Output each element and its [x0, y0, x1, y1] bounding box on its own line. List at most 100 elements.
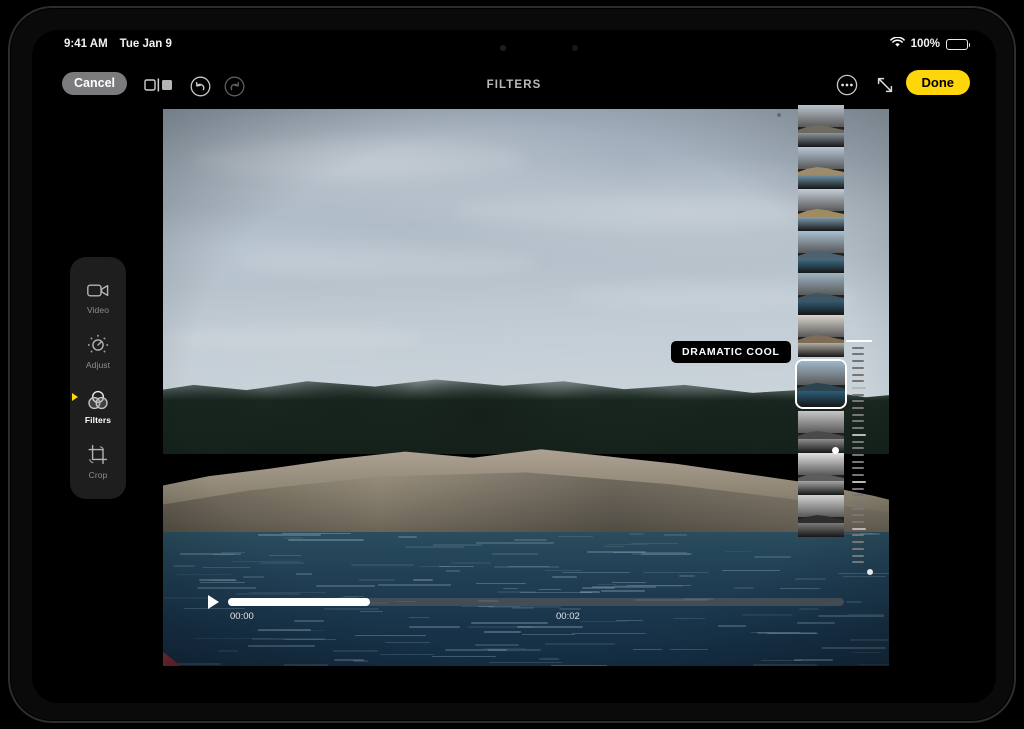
water-ripple [413, 579, 433, 581]
sidebar-item-label: Filters [84, 415, 112, 425]
sidebar-item-crop[interactable]: Crop [70, 436, 126, 485]
wifi-icon [889, 36, 905, 51]
water-ripple [757, 632, 817, 634]
water-ripple [258, 629, 312, 631]
water-ripple [385, 641, 430, 644]
sidebar-item-adjust[interactable]: Adjust [70, 326, 126, 375]
filter-thumbnail[interactable] [798, 147, 844, 189]
water-ripple [522, 633, 575, 636]
play-icon[interactable] [208, 595, 219, 609]
filter-thumbnail[interactable] [798, 273, 844, 315]
filter-thumbnail[interactable] [798, 189, 844, 231]
slider-tick [852, 366, 864, 369]
sidebar-item-video[interactable]: Video [70, 271, 126, 320]
water-ripple [538, 588, 562, 591]
water-ripple [664, 534, 688, 536]
selection-marker-icon [72, 393, 78, 401]
water-ripple [350, 563, 414, 566]
photo-canvas[interactable]: 00:00 00:02 [163, 109, 889, 666]
water-ripple [544, 569, 582, 572]
water-ripple [562, 571, 630, 574]
filter-intensity-slider[interactable] [832, 340, 878, 568]
water-ripple [288, 539, 365, 541]
crop-rotate-icon [86, 444, 110, 466]
scroll-indicator-dot [777, 113, 781, 117]
water-ripple [284, 664, 328, 666]
water-ripple [475, 582, 526, 585]
water-ripple [572, 632, 647, 635]
water-ripple [678, 575, 696, 577]
water-ripple [475, 644, 520, 646]
slider-tick [852, 353, 864, 356]
slider-tick [852, 393, 864, 396]
water-ripple [476, 542, 555, 544]
water-ripple [845, 601, 863, 603]
water-ripple [451, 562, 492, 564]
slider-tick [852, 433, 866, 436]
water-ripple [545, 643, 615, 645]
slider-tick [852, 407, 864, 410]
slider-tick [852, 380, 864, 383]
slider-tick [852, 554, 864, 557]
water-ripple [514, 539, 548, 541]
water-ripple [603, 545, 625, 548]
water-ripple [316, 584, 376, 587]
water-ripple [538, 658, 560, 660]
scrubber-start-time: 00:00 [230, 611, 254, 622]
editor-toolbar: Cancel FILTERS Done [32, 68, 996, 106]
status-bar: 9:41 AM Tue Jan 9 100% [32, 30, 996, 60]
water-ripple [355, 634, 426, 637]
sidebar-item-label: Crop [88, 470, 108, 480]
water-ripple [734, 587, 755, 589]
scrubber-track[interactable] [228, 598, 844, 606]
water-ripple [718, 624, 746, 627]
water-ripple [163, 597, 208, 600]
water-ripple [613, 585, 684, 587]
status-bar-right: 100% [889, 36, 971, 51]
status-date: Tue Jan 9 [119, 38, 172, 50]
slider-knob[interactable] [832, 447, 839, 455]
status-time: 9:41 AM [64, 38, 108, 50]
water-ripple [850, 639, 889, 641]
filter-thumbnail[interactable] [798, 105, 844, 147]
water-ripple [404, 546, 465, 548]
filter-name-tooltip: DRAMATIC COOL [671, 341, 791, 363]
done-button[interactable]: Done [905, 70, 970, 95]
edited-photo-preview [163, 109, 889, 666]
slider-tick [852, 454, 864, 456]
scrubber-end-time: 00:02 [556, 611, 580, 622]
slider-tick [852, 346, 864, 349]
slider-tick [852, 460, 864, 463]
water-ripple [631, 552, 691, 555]
thumb-water [798, 300, 844, 315]
water-ripple [445, 649, 508, 651]
slider-tick [852, 521, 864, 524]
water-ripple [398, 535, 417, 538]
slider-tick [852, 494, 864, 497]
filter-thumbnail[interactable] [798, 231, 844, 273]
sidebar-item-filters[interactable]: Filters [70, 381, 126, 430]
water-ripple [332, 650, 379, 653]
water-ripple [283, 638, 336, 641]
water-ripple [408, 626, 460, 628]
water-ripple [760, 659, 802, 662]
slider-tick [852, 467, 864, 470]
slider-tick [852, 541, 864, 544]
thumb-sky [798, 189, 844, 211]
thumb-sky [798, 273, 844, 295]
filters-circles-icon [86, 389, 110, 411]
water-ripple [283, 537, 303, 539]
ipad-screen: 9:41 AM Tue Jan 9 100% Cancel FILTERS Do… [32, 30, 996, 703]
slider-tick [852, 534, 864, 537]
slider-tick [852, 474, 864, 477]
water-ripple [489, 661, 562, 664]
video-scrubber[interactable]: 00:00 00:02 [208, 592, 844, 624]
ipad-device-frame: 9:41 AM Tue Jan 9 100% Cancel FILTERS Do… [8, 6, 1016, 723]
water-ripple [493, 565, 560, 568]
slider-tick [846, 340, 872, 343]
scroll-indicator-dot [867, 569, 873, 575]
expand-icon[interactable] [874, 74, 898, 98]
more-options-icon[interactable] [836, 74, 860, 98]
water-ripple [217, 650, 238, 652]
water-ripple [196, 587, 256, 589]
